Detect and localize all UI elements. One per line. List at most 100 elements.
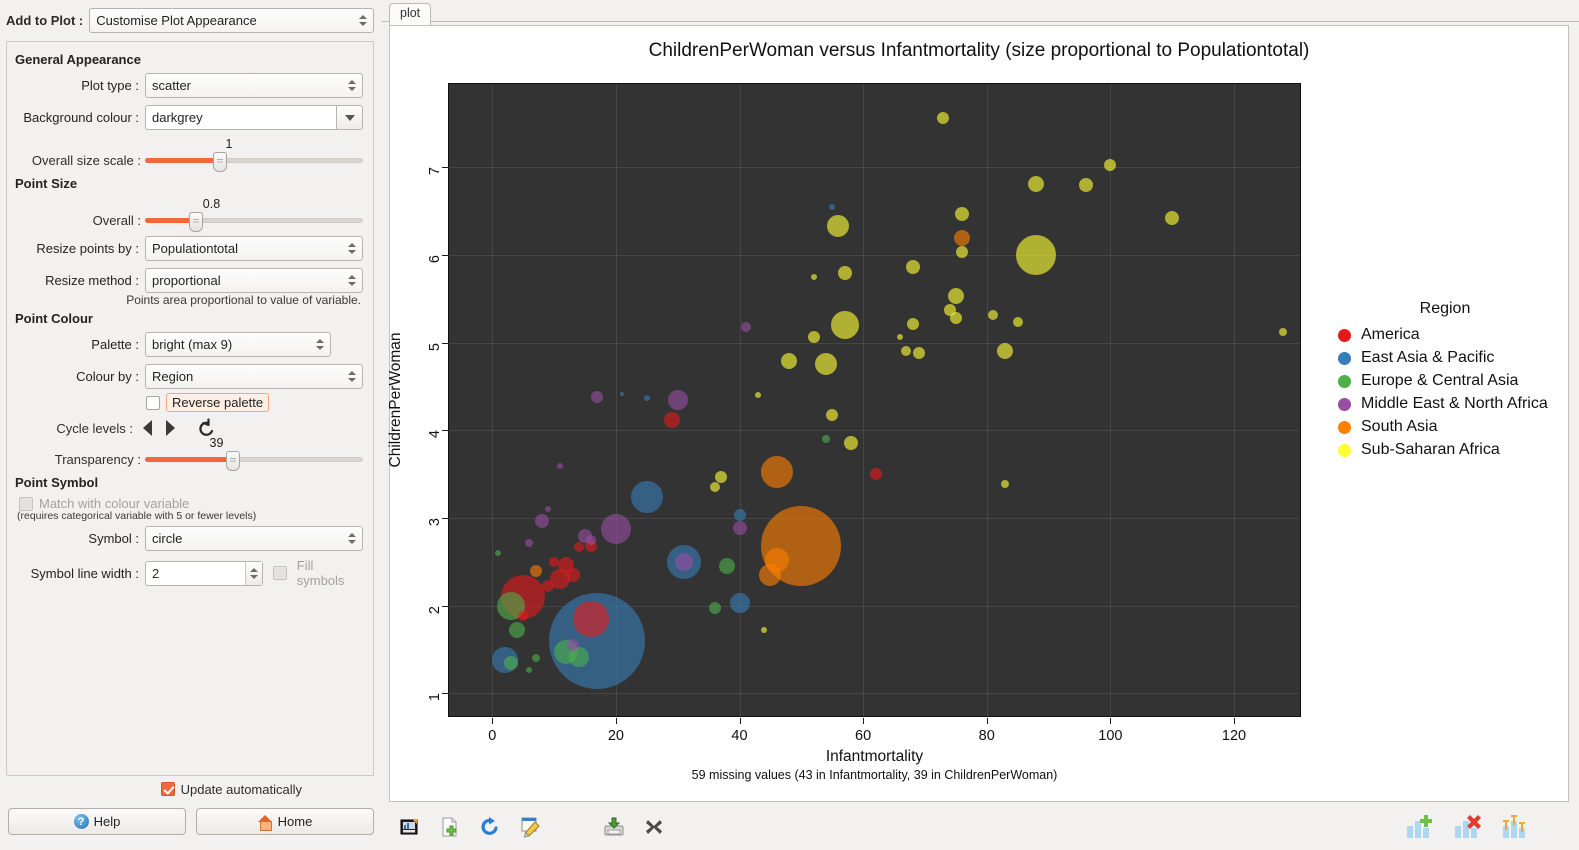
scatter-point: [780, 353, 797, 370]
update-automatically-row: Update automatically: [0, 776, 382, 802]
plot-image-icon[interactable]: [399, 816, 421, 838]
scatter-point: [954, 230, 971, 247]
section-point-colour-title: Point Colour: [15, 311, 93, 326]
add-to-plot-select[interactable]: Customise Plot Appearance: [89, 8, 374, 33]
point-size-overall-slider[interactable]: [145, 210, 363, 232]
overall-size-scale-value: 1: [225, 137, 233, 151]
point-size-overall-value: 0.8: [202, 197, 221, 211]
scatter-point: [1279, 328, 1288, 337]
slider-handle[interactable]: [188, 212, 203, 232]
overall-size-scale-slider[interactable]: [145, 150, 363, 172]
scatter-point: [591, 391, 604, 404]
scatter-point: [997, 342, 1014, 359]
x-tick-label: 40: [731, 728, 748, 744]
scatter-point: [1078, 177, 1093, 192]
y-tick-label: 1: [427, 693, 443, 702]
resize-method-select[interactable]: proportional: [145, 268, 363, 293]
cycle-previous-icon[interactable]: [143, 420, 152, 436]
close-x-icon[interactable]: [643, 816, 665, 838]
help-button[interactable]: ? Help: [8, 808, 186, 835]
match-colour-variable-note: (requires categorical variable with 5 or…: [17, 510, 257, 522]
scatter-point: [897, 333, 904, 340]
slider-handle[interactable]: [225, 451, 240, 471]
y-tick-label: 4: [427, 430, 443, 439]
x-tick: [1110, 718, 1112, 724]
x-tick-label: 100: [1098, 728, 1123, 744]
gridline-horizontal: [449, 342, 1300, 344]
scatter-point: [1012, 316, 1023, 327]
slider-handle[interactable]: [212, 152, 227, 172]
scatter-point: [843, 435, 858, 450]
new-document-icon[interactable]: [439, 816, 461, 838]
chart-plot-area[interactable]: 0 20 40 60 80 100 120 1 2 3 4 5 6 7: [427, 83, 1301, 744]
scatter-point: [733, 508, 746, 521]
spinner-icon[interactable]: [346, 365, 357, 388]
reverse-palette-label[interactable]: Reverse palette: [166, 393, 270, 412]
panel-footer: Update automatically ? Help Home: [0, 776, 382, 850]
background-colour-input[interactable]: darkgrey: [145, 105, 337, 130]
legend-item: Europe & Central Asia: [1330, 372, 1560, 390]
spinner-icon[interactable]: [346, 74, 357, 97]
y-tick-label: 7: [427, 167, 443, 176]
legend-items: America East Asia & Pacific Europe & Centr…: [1330, 326, 1560, 459]
gridline-vertical: [1110, 84, 1112, 716]
legend-label: America: [1361, 326, 1420, 343]
application-window: Add to Plot : Customise Plot Appearance …: [0, 0, 1579, 850]
spinner-icon[interactable]: [314, 333, 325, 356]
home-icon: [257, 814, 273, 831]
add-chart-icon[interactable]: [1405, 814, 1433, 840]
spinner-icon[interactable]: [346, 527, 357, 550]
section-point-size-title: Point Size: [15, 176, 78, 191]
errorbar-chart-icon[interactable]: [1501, 814, 1529, 840]
spinner-icon[interactable]: [357, 9, 368, 32]
tab-plot[interactable]: plot: [389, 3, 432, 25]
symbol-line-width-input[interactable]: 2: [145, 560, 263, 586]
add-to-plot-label: Add to Plot :: [6, 13, 84, 28]
scatter-point: [815, 352, 838, 375]
x-tick-label: 0: [488, 728, 497, 744]
remove-chart-icon[interactable]: [1453, 814, 1481, 840]
home-button[interactable]: Home: [196, 808, 374, 835]
plot-type-select[interactable]: scatter: [145, 73, 363, 98]
legend-label: Sub-Saharan Africa: [1361, 441, 1500, 458]
scatter-point: [508, 622, 525, 639]
transparency-slider[interactable]: [145, 449, 363, 471]
edit-icon[interactable]: [519, 816, 541, 838]
resize-points-by-label: Resize points by :: [36, 241, 139, 256]
scatter-point: [759, 564, 782, 587]
gridline-vertical: [492, 84, 494, 716]
reverse-palette-checkbox[interactable]: [146, 395, 160, 410]
colour-by-select[interactable]: Region: [145, 364, 363, 389]
save-disk-icon[interactable]: [603, 816, 625, 838]
section-point-symbol-title: Point Symbol: [15, 475, 99, 490]
gridline-horizontal: [449, 254, 1300, 256]
symbol-select[interactable]: circle: [145, 526, 363, 551]
scatter-point: [937, 112, 950, 125]
spinner-icon[interactable]: [346, 269, 357, 292]
x-tick: [492, 718, 494, 724]
toolbar-right-group: [1405, 814, 1559, 840]
x-tick-label: 120: [1221, 728, 1247, 744]
palette-select[interactable]: bright (max 9): [145, 332, 331, 357]
scatter-point: [830, 311, 859, 340]
resize-points-by-select[interactable]: Populationtotal: [145, 236, 363, 261]
spinner-icon[interactable]: [244, 561, 262, 585]
background-colour-value: darkgrey: [152, 110, 203, 125]
cycle-reset-icon[interactable]: [197, 418, 217, 438]
scatter-point: [760, 456, 793, 489]
cycle-next-icon[interactable]: [166, 420, 175, 436]
legend-item: America: [1330, 326, 1560, 344]
refresh-icon[interactable]: [479, 816, 501, 838]
update-automatically-checkbox[interactable]: [160, 782, 175, 796]
chevron-down-icon[interactable]: [337, 105, 363, 130]
gridline-vertical: [863, 84, 865, 716]
legend-colour-dot: [1338, 351, 1351, 365]
colour-by-label: Colour by :: [76, 369, 139, 384]
background-colour-label: Background colour :: [23, 110, 139, 125]
legend-item: Middle East & North Africa: [1330, 395, 1560, 413]
spinner-icon[interactable]: [346, 237, 357, 260]
legend-label: Middle East & North Africa: [1361, 395, 1548, 412]
resize-points-by-row: Resize points by : Populationtotal: [15, 236, 363, 261]
toolbar-left-group: [399, 816, 665, 838]
scatter-point: [525, 538, 534, 547]
